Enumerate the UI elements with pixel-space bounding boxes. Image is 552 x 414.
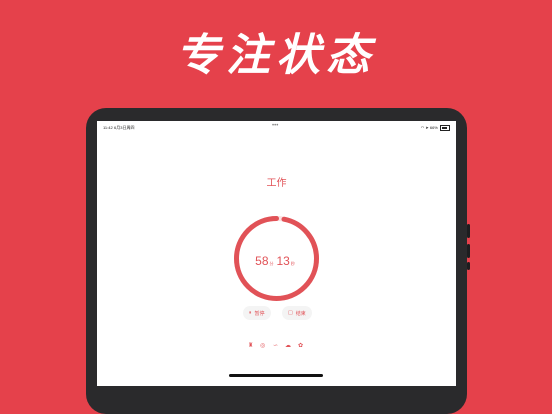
stop-icon: □ xyxy=(288,310,293,316)
end-button-label: 结束 xyxy=(295,310,306,317)
side-button xyxy=(467,224,470,238)
wifi-icon: ◠ xyxy=(420,125,425,131)
focus-mode-label: 工作 xyxy=(266,178,287,189)
timer-seconds: 13 xyxy=(276,254,290,268)
battery-icon xyxy=(440,125,450,131)
side-button xyxy=(467,262,470,270)
location-icon: ➤ xyxy=(425,125,429,131)
pause-button-label: 暂停 xyxy=(254,310,265,317)
tomato-icon[interactable]: ♜ xyxy=(248,342,253,350)
flower-icon[interactable]: ✿ xyxy=(298,342,303,350)
sound-icon[interactable]: ◎ xyxy=(260,342,265,350)
headline: 专注状态 xyxy=(176,30,376,81)
end-button[interactable]: □ 结束 xyxy=(282,306,312,320)
wave-icon[interactable]: ∽ xyxy=(273,342,278,350)
tablet-frame: 11:42 6月3日周四 ••• ◠ ➤ 66% 工作 58分 13秒 xyxy=(86,108,470,414)
status-right: ◠ ➤ 66% xyxy=(421,125,450,131)
status-bar: 11:42 6月3日周四 ••• ◠ ➤ 66% xyxy=(97,121,456,133)
pause-icon: ⏸ xyxy=(249,310,252,316)
multitask-dots[interactable]: ••• xyxy=(272,123,278,129)
cloud-icon[interactable]: ☁ xyxy=(285,342,291,350)
status-time: 11:42 xyxy=(103,125,113,130)
countdown-timer: 58分 13秒 xyxy=(231,252,322,270)
side-button xyxy=(467,244,470,258)
pause-button[interactable]: ⏸ 暂停 xyxy=(243,306,271,320)
ambient-toolbar: ♜ ◎ ∽ ☁ ✿ xyxy=(246,342,306,350)
timer-minutes: 58 xyxy=(255,254,269,268)
home-indicator xyxy=(229,374,323,377)
timer-seconds-unit: 秒 xyxy=(290,261,295,266)
battery-percent: 66% xyxy=(429,125,438,131)
status-date: 6月3日周四 xyxy=(114,125,135,130)
timer-minutes-unit: 分 xyxy=(269,261,274,266)
